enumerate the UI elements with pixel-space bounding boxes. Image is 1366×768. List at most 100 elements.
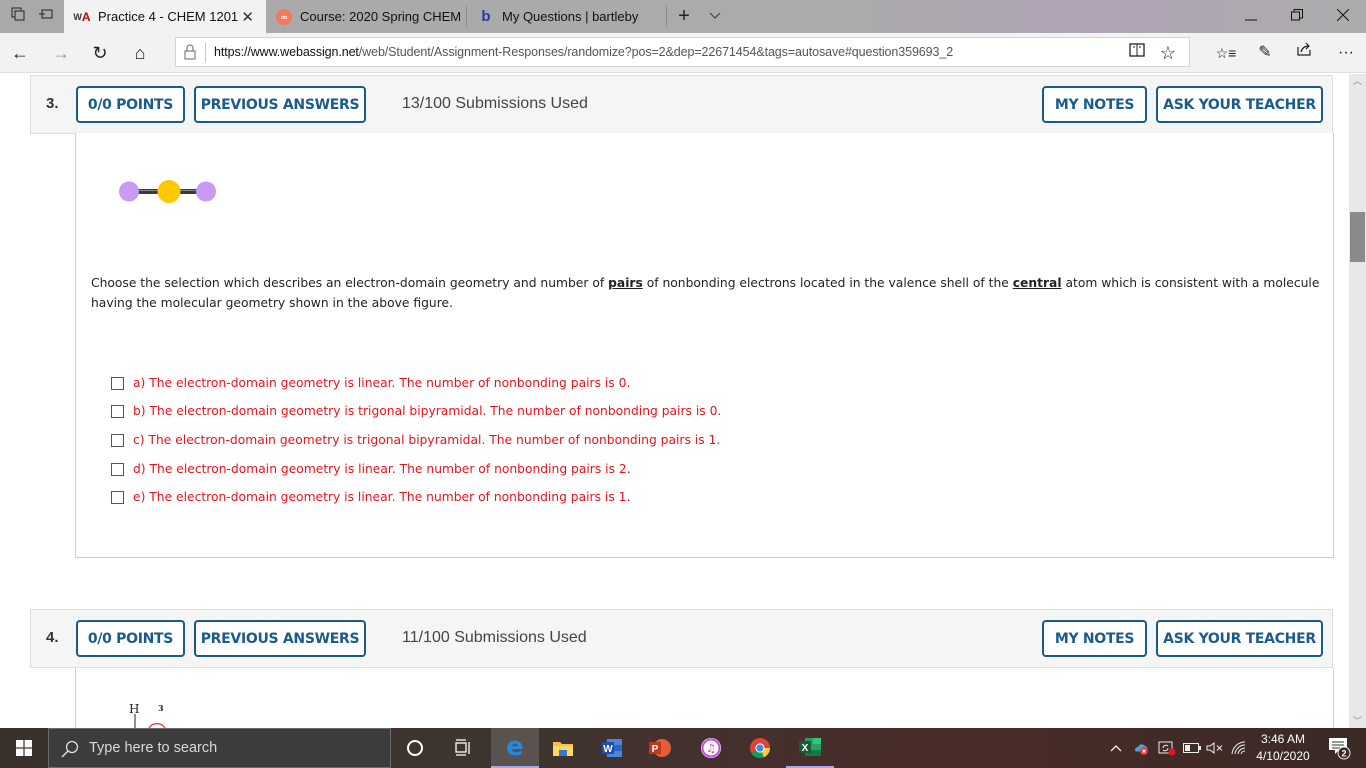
address-bar[interactable]: https://www.webassign.net/web/Student/As… xyxy=(175,37,1190,67)
submissions-used: 13/100 Submissions Used xyxy=(402,95,588,112)
checkbox[interactable] xyxy=(111,490,124,504)
tab-label: My Questions | bartleby xyxy=(502,9,639,24)
file-explorer-icon[interactable] xyxy=(539,728,587,768)
taskbar-search-box[interactable]: Type here to search xyxy=(48,728,391,768)
task-view-icon[interactable] xyxy=(439,728,487,768)
svg-text:♫: ♫ xyxy=(706,742,716,755)
add-favorite-star-icon[interactable]: ☆ xyxy=(1157,42,1179,64)
tab-practice-4[interactable]: WA Practice 4 - CHEM 1201 ✕ xyxy=(64,0,266,33)
set-tabs-aside-icon[interactable] xyxy=(36,6,56,26)
previous-answers-button[interactable]: PREVIOUS ANSWERS xyxy=(194,86,366,123)
scrollbar-thumb[interactable] xyxy=(1350,212,1365,262)
tab-divider xyxy=(666,6,667,27)
edge-app-icon[interactable]: e xyxy=(491,728,539,768)
excel-app-icon[interactable]: X xyxy=(786,728,834,768)
choice-b[interactable]: b) The electron-domain geometry is trigo… xyxy=(111,404,721,418)
central-atom xyxy=(157,180,181,203)
choice-a[interactable]: a) The electron-domain geometry is linea… xyxy=(111,376,630,390)
clock-time: 3:46 AM xyxy=(1260,732,1306,746)
scroll-up-icon[interactable]: ︿ xyxy=(1349,74,1366,88)
choice-label: c) The electron-domain geometry is trigo… xyxy=(133,433,721,447)
course-icon: ∞ xyxy=(276,8,292,25)
my-notes-button[interactable]: MY NOTES xyxy=(1042,86,1147,123)
lock-icon xyxy=(184,44,196,60)
question-number: 3. xyxy=(46,95,59,112)
minimize-icon[interactable] xyxy=(1228,0,1274,33)
close-window-icon[interactable] xyxy=(1320,0,1366,33)
question-3-header: 3. 0/0 POINTS PREVIOUS ANSWERS 13/100 Su… xyxy=(30,75,1333,134)
address-toolbar: ← → ↻ ⌂ https://www.webassign.net/web/St… xyxy=(0,33,1366,73)
linear-molecule-figure xyxy=(119,180,216,203)
webassign-icon: WA xyxy=(73,9,91,24)
tab-course[interactable]: ∞ Course: 2020 Spring CHEM xyxy=(266,0,466,33)
my-notes-button[interactable]: MY NOTES xyxy=(1042,620,1147,657)
prompt-emphasis-pairs: pairs xyxy=(608,276,643,290)
checkbox[interactable] xyxy=(111,433,124,447)
onedrive-error-icon[interactable] xyxy=(1129,728,1153,768)
chrome-app-icon[interactable] xyxy=(736,728,784,768)
checkbox[interactable] xyxy=(111,404,124,418)
forward-icon[interactable]: → xyxy=(49,41,73,65)
tab-bartleby[interactable]: b My Questions | bartleby xyxy=(468,0,666,33)
new-tab-icon[interactable]: + xyxy=(674,6,694,26)
tab-label: Course: 2020 Spring CHEM xyxy=(300,9,462,24)
webassign-page: 3. 0/0 POINTS PREVIOUS ANSWERS 13/100 Su… xyxy=(0,74,1349,728)
favorites-list-icon[interactable]: ☆≡ xyxy=(1213,41,1239,65)
home-icon[interactable]: ⌂ xyxy=(128,41,152,65)
question-4-header: 4. 0/0 POINTS PREVIOUS ANSWERS 11/100 Su… xyxy=(30,609,1333,668)
url-domain: https://www.webassign.net xyxy=(214,45,359,59)
figure-number-label: 3 xyxy=(158,703,164,713)
ask-your-teacher-button[interactable]: ASK YOUR TEACHER xyxy=(1156,86,1323,123)
volume-muted-icon[interactable] xyxy=(1204,728,1226,768)
tab-divider xyxy=(466,6,467,27)
choice-c[interactable]: c) The electron-domain geometry is trigo… xyxy=(111,433,720,447)
question-number: 4. xyxy=(46,629,59,646)
system-clock[interactable]: 3:46 AM 4/10/2020 xyxy=(1248,731,1318,765)
outer-atom-left xyxy=(119,181,139,202)
show-hidden-icons-chevron[interactable] xyxy=(1105,728,1127,768)
svg-text:W: W xyxy=(603,744,613,755)
choice-label: a) The electron-domain geometry is linea… xyxy=(133,376,631,390)
tab-strip: WA Practice 4 - CHEM 1201 ✕ ∞ Course: 20… xyxy=(0,0,1366,33)
more-options-icon[interactable]: ··· xyxy=(1333,41,1359,65)
choice-e[interactable]: e) The electron-domain geometry is linea… xyxy=(111,490,630,504)
previous-answers-button[interactable]: PREVIOUS ANSWERS xyxy=(194,620,366,657)
choice-label: b) The electron-domain geometry is trigo… xyxy=(133,404,722,418)
back-icon[interactable]: ← xyxy=(8,41,32,65)
reaction-arrow-figure xyxy=(134,714,166,728)
points-button[interactable]: 0/0 POINTS xyxy=(76,620,185,657)
wifi-icon[interactable] xyxy=(1228,728,1250,768)
restore-icon[interactable] xyxy=(1274,0,1320,33)
refresh-icon[interactable]: ↻ xyxy=(88,41,112,65)
search-icon xyxy=(61,740,79,758)
notes-pen-icon[interactable]: ✎ xyxy=(1252,41,1278,65)
close-tab-icon[interactable]: ✕ xyxy=(241,8,254,26)
powerpoint-app-icon[interactable]: P xyxy=(636,728,684,768)
tab-label: Practice 4 - CHEM 1201 xyxy=(98,9,239,24)
choice-d[interactable]: d) The electron-domain geometry is linea… xyxy=(111,462,631,476)
url-text[interactable]: https://www.webassign.net/web/Student/As… xyxy=(214,45,953,59)
windows-start-icon[interactable] xyxy=(0,728,48,768)
prompt-text: of nonbonding electrons located in the v… xyxy=(642,276,1013,290)
points-button[interactable]: 0/0 POINTS xyxy=(76,86,185,123)
battery-icon[interactable] xyxy=(1181,728,1203,768)
tab-menu-chevron-icon[interactable] xyxy=(705,6,725,26)
windows-taskbar: Type here to search e W P ♫ X 3:46 AM 4/… xyxy=(0,728,1366,768)
share-icon[interactable] xyxy=(1291,41,1317,65)
word-app-icon[interactable]: W xyxy=(588,728,636,768)
tab-preview-icon[interactable] xyxy=(8,6,28,26)
cortana-icon[interactable] xyxy=(391,728,439,768)
search-placeholder: Type here to search xyxy=(89,740,218,756)
sync-alert-icon[interactable] xyxy=(1155,728,1179,768)
scroll-down-icon[interactable]: ﹀ xyxy=(1349,714,1366,728)
action-center-icon[interactable]: 2 xyxy=(1320,728,1360,768)
page-scrollbar[interactable]: ︿ ﹀ xyxy=(1349,74,1366,728)
checkbox[interactable] xyxy=(111,462,124,476)
outer-atom-right xyxy=(196,181,216,202)
ask-your-teacher-button[interactable]: ASK YOUR TEACHER xyxy=(1156,620,1323,657)
question-prompt: Choose the selection which describes an … xyxy=(91,273,1321,313)
checkbox[interactable] xyxy=(111,376,124,390)
choice-label: e) The electron-domain geometry is linea… xyxy=(133,490,631,504)
reading-view-icon[interactable] xyxy=(1126,42,1148,64)
itunes-app-icon[interactable]: ♫ xyxy=(687,728,735,768)
